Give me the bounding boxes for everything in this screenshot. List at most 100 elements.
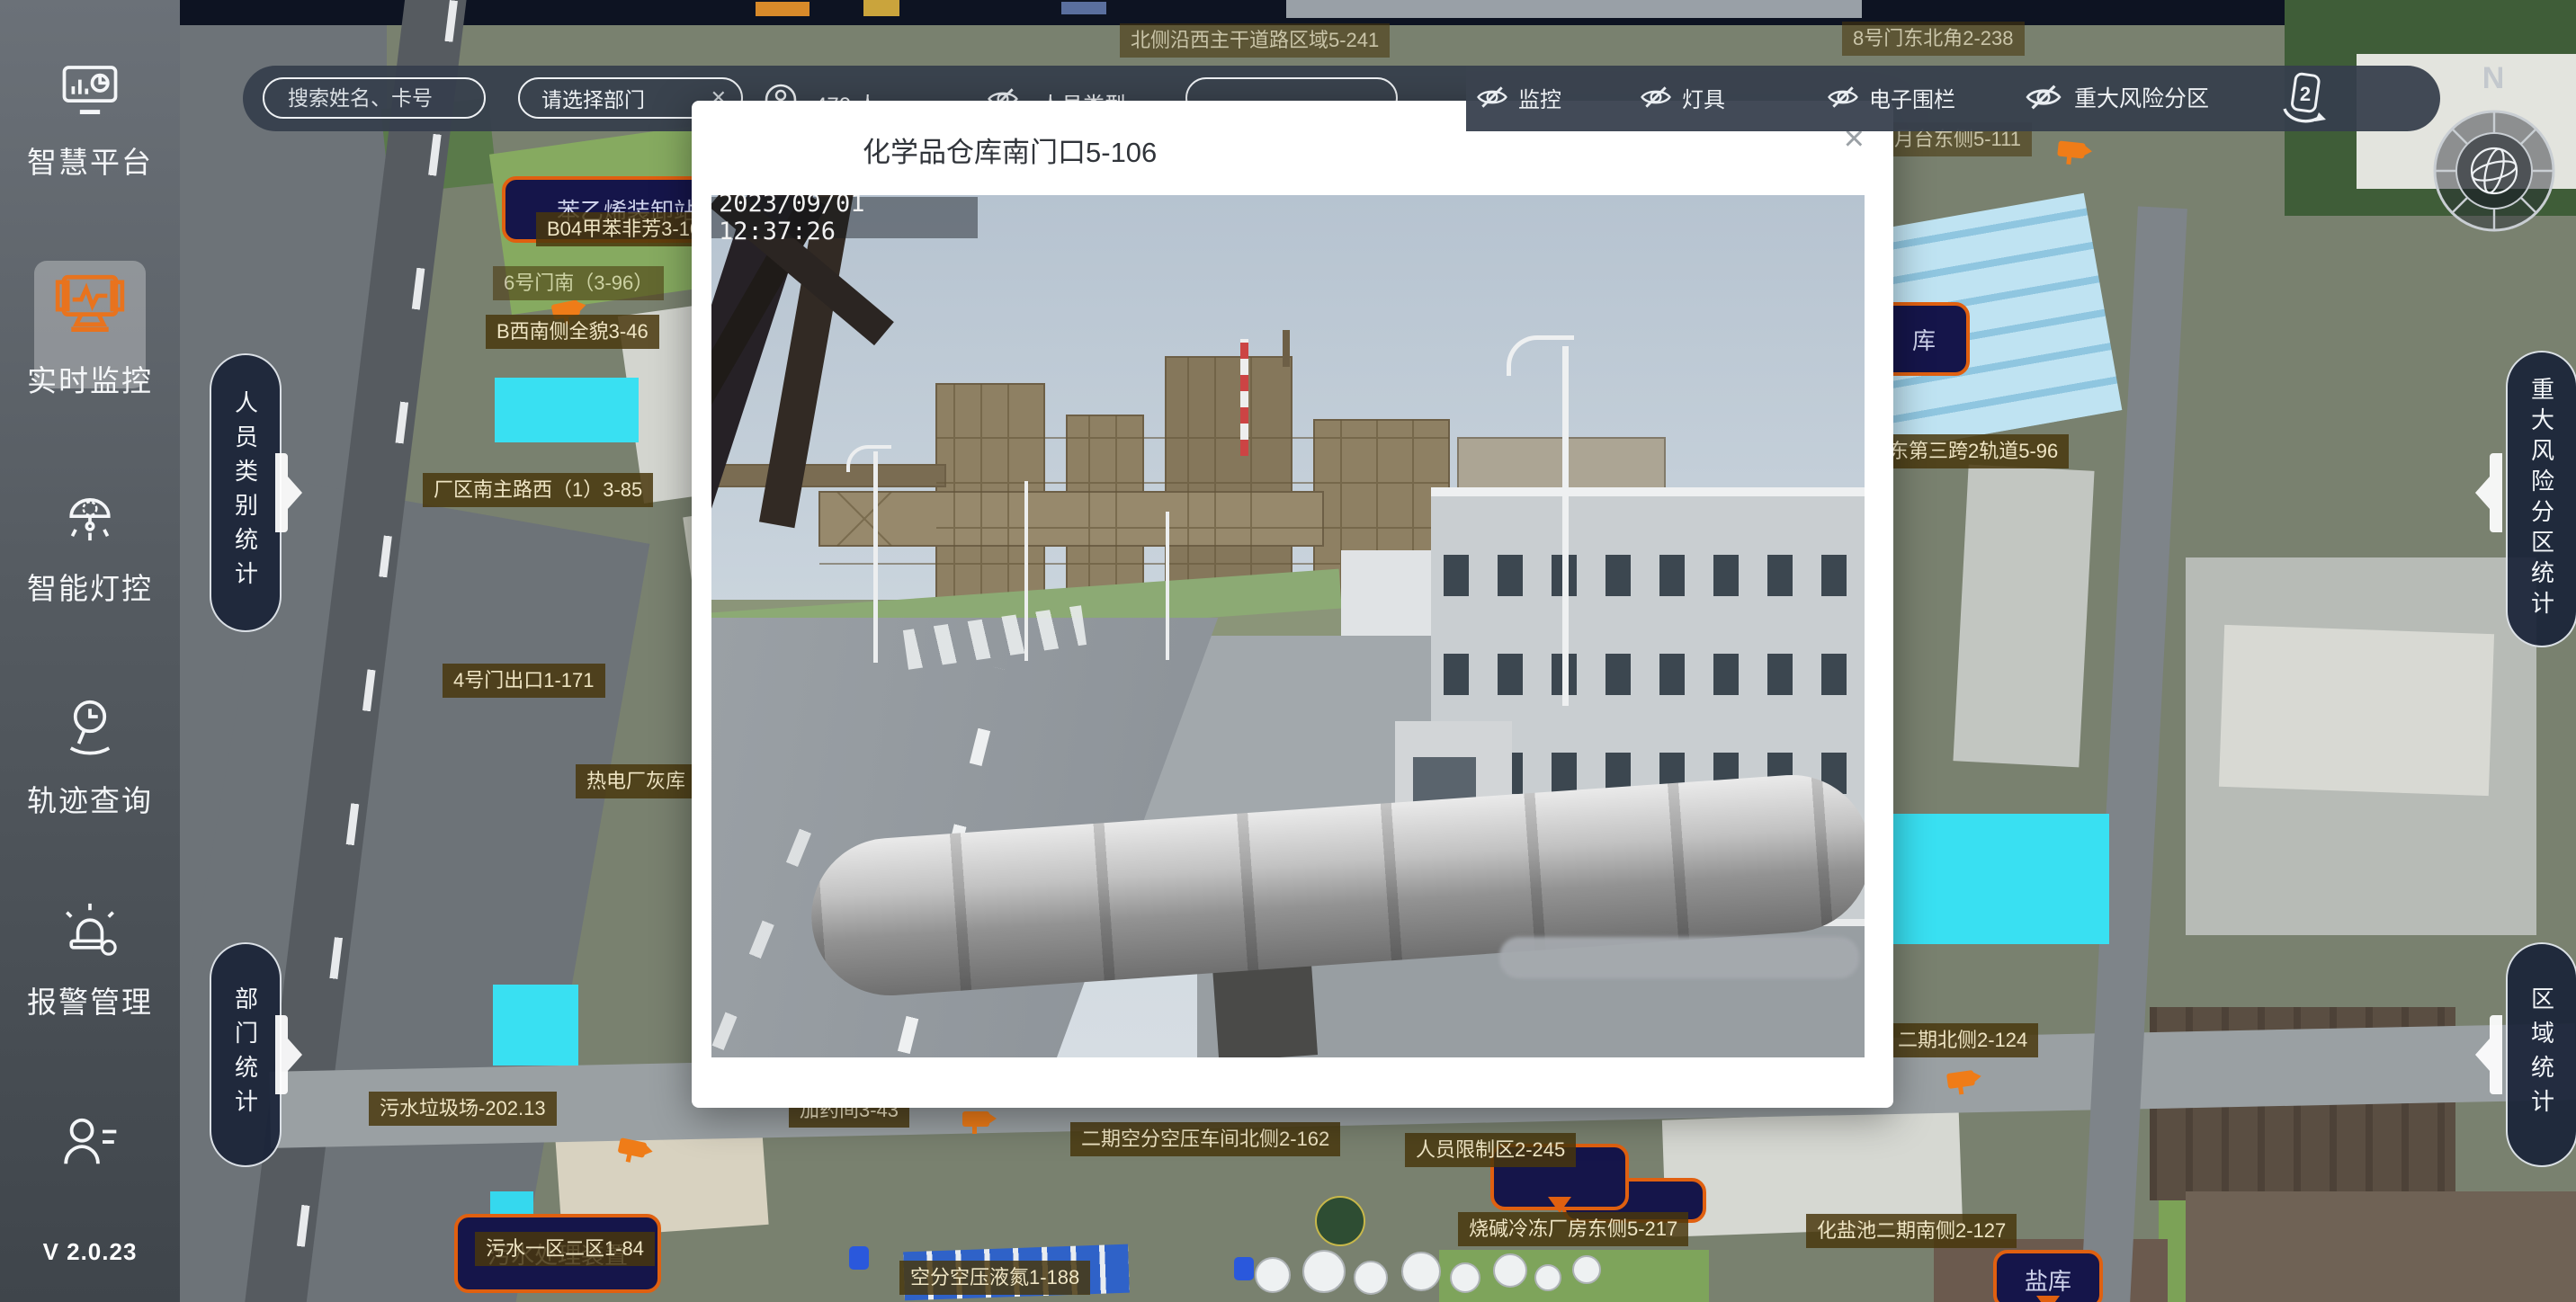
map-detail — [756, 2, 809, 16]
eye-slash-icon — [2024, 77, 2063, 117]
map-label[interactable]: 二期北侧2-124 — [1887, 1023, 2038, 1057]
eye-slash-icon — [1826, 80, 1860, 114]
storage-tank — [1534, 1264, 1561, 1291]
map-building — [2219, 625, 2494, 796]
person-marker[interactable] — [1234, 1257, 1254, 1280]
app-window: 苯乙烯装卸站 污水处理装置 盐库 库 B04甲苯非芳3-10 6号门南（3-96… — [0, 0, 2576, 1302]
chevron-left-icon[interactable] — [2472, 1012, 2508, 1098]
alarm-siren-icon — [57, 899, 123, 959]
map-pool — [495, 378, 639, 442]
map-detail — [863, 0, 899, 16]
camera-icon[interactable] — [962, 1111, 989, 1127]
map-label[interactable]: 二期空分空压车间北侧2-162 — [1070, 1122, 1340, 1156]
modal-title: 化学品仓库南门口5-106 — [863, 129, 1157, 170]
storage-tank — [1315, 1196, 1365, 1246]
realtime-monitor-icon — [54, 274, 126, 337]
search-field[interactable] — [286, 85, 461, 111]
storage-tank — [1493, 1253, 1527, 1288]
toggle-label: 监控 — [1518, 82, 1561, 113]
map-label[interactable]: 厂区南主路西（1）3-85 — [423, 473, 653, 507]
track-query-icon — [57, 694, 123, 757]
redaction-bar — [1499, 937, 1859, 978]
toggle-lights[interactable]: 灯具 — [1639, 80, 1725, 114]
map-label[interactable]: 8号门东北角2-238 — [1842, 22, 2025, 56]
sidebar-item-alarm-management[interactable]: 报警管理 — [0, 899, 180, 1021]
smart-lamp-icon — [57, 486, 123, 545]
eye-slash-icon — [1639, 80, 1673, 114]
storage-tank — [1255, 1257, 1291, 1293]
view-switch-icon[interactable]: 2 — [2276, 71, 2333, 127]
sidebar-item-label: 报警管理 — [27, 978, 153, 1021]
compass-north-label: N — [2466, 61, 2520, 96]
landmark-label: 库 — [1912, 323, 1936, 356]
map-label[interactable]: B西南侧全貌3-46 — [486, 315, 659, 349]
sidebar-item-smart-light-control[interactable]: 智能灯控 — [0, 486, 180, 608]
panel-tab-area-stats[interactable]: 区域统计 — [2506, 942, 2576, 1167]
sidebar-item-label: 智慧平台 — [27, 138, 153, 182]
storage-tank — [1450, 1262, 1480, 1293]
toggle-monitor[interactable]: 监控 — [1475, 80, 1561, 114]
toggle-label: 重大风险分区 — [2074, 81, 2209, 113]
light-pole — [1024, 481, 1028, 661]
map-pool — [493, 985, 578, 1066]
sidebar-item-label: 轨迹查询 — [27, 777, 153, 820]
department-placeholder: 请选择部门 — [541, 83, 645, 113]
person-list-icon — [57, 1113, 123, 1171]
light-pole — [873, 451, 878, 663]
map-label[interactable]: B04甲苯非芳3-10 — [536, 212, 711, 246]
camera-timestamp: 2023/09/01 12:37:26 — [711, 197, 978, 238]
map-pool — [490, 1191, 533, 1217]
compass-icon[interactable] — [2418, 99, 2571, 243]
map-pool — [1889, 814, 2109, 944]
map-label[interactable]: 污水一区二区1-84 — [475, 1232, 655, 1266]
sidebar-item-smart-platform[interactable]: 智慧平台 — [0, 63, 180, 182]
map-label[interactable]: 化盐池二期南侧2-127 — [1806, 1214, 2017, 1248]
camera-feed-image: 2023/09/01 12:37:26 — [711, 195, 1865, 1057]
map-label[interactable]: 烧碱冷冻厂房东侧5-217 — [1458, 1212, 1688, 1246]
sidebar-item-realtime-monitoring[interactable]: 实时监控 — [0, 274, 180, 400]
sidebar-item-track-query[interactable]: 轨迹查询 — [0, 694, 180, 820]
storage-tank — [1401, 1252, 1441, 1291]
map-label[interactable]: 空分空压液氮1-188 — [899, 1261, 1090, 1295]
sidebar: 智慧平台 实时监控 — [0, 0, 180, 1302]
map-label[interactable]: 6号门南（3-96） — [493, 266, 664, 300]
chevron-left-icon[interactable] — [2472, 450, 2508, 536]
search-input[interactable] — [263, 77, 486, 119]
striped-stack — [1240, 339, 1248, 456]
sidebar-item-personnel[interactable] — [0, 1113, 180, 1171]
chevron-right-icon[interactable] — [270, 450, 306, 536]
map-label[interactable]: 4号门出口1-171 — [443, 664, 605, 698]
app-version: V 2.0.23 — [0, 1238, 180, 1266]
camera-modal: 化学品仓库南门口5-106 × — [692, 101, 1893, 1108]
landmark-balloon[interactable]: 盐库 — [1993, 1250, 2103, 1302]
chevron-right-icon[interactable] — [270, 1012, 306, 1098]
storage-tank — [1302, 1250, 1346, 1293]
panel-tab-major-risk-zone-stats[interactable]: 重大风险分区统计 — [2506, 351, 2576, 647]
toggle-label: 灯具 — [1682, 82, 1725, 113]
toolbar-layers: 监控 灯具 电子围栏 重大风险分区 2 — [1466, 66, 2440, 131]
map-label[interactable]: 热电厂灰库 — [576, 764, 696, 798]
map-detail — [1061, 2, 1106, 14]
map-label[interactable]: 东第三跨2轨道5-96 — [1878, 434, 2069, 468]
light-pole-tall — [1562, 346, 1569, 706]
toggle-electronic-fence[interactable]: 电子围栏 — [1826, 80, 1955, 114]
storage-tank — [1354, 1261, 1388, 1295]
person-marker[interactable] — [849, 1246, 869, 1270]
sidebar-item-label: 智能灯控 — [27, 565, 153, 608]
storage-tank — [1572, 1255, 1601, 1284]
toggle-major-risk-zone[interactable]: 重大风险分区 — [2024, 77, 2209, 117]
view-badge: 2 — [2300, 83, 2311, 105]
dashboard-monitor-icon — [57, 63, 123, 119]
map-label[interactable]: 北侧沿西主干道路区域5-241 — [1120, 23, 1390, 58]
landmark-label: 盐库 — [2025, 1263, 2071, 1297]
map-strip — [1286, 0, 1862, 18]
map-label[interactable]: 污水垃圾场-202.13 — [369, 1092, 557, 1126]
map-label[interactable]: 人员限制区2-245 — [1405, 1133, 1576, 1167]
map-building — [1953, 465, 2094, 768]
sidebar-item-label: 实时监控 — [27, 357, 153, 400]
light-pole — [1166, 512, 1169, 660]
eye-slash-icon — [1475, 80, 1509, 114]
map-warehouse — [2186, 1191, 2576, 1302]
camera-icon[interactable] — [2057, 140, 2086, 158]
toggle-label: 电子围栏 — [1869, 82, 1955, 113]
